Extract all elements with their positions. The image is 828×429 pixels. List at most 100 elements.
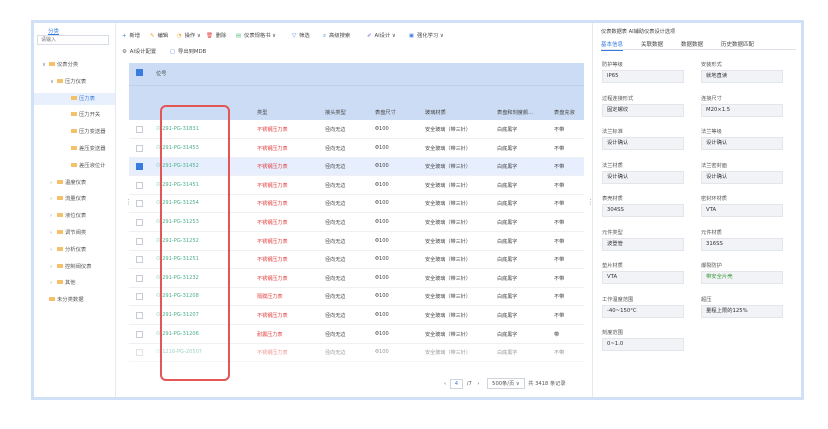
table-row[interactable]: ⚇ 291-PG-31253 不锈钢压力表 径向无边 Φ100 安全玻璃（带三针） 白底黑…	[129, 214, 584, 232]
chevron-right-icon[interactable]: ›	[50, 244, 57, 256]
field-value[interactable]: 波登管	[602, 237, 684, 251]
field-value[interactable]: 就地直读	[701, 70, 783, 83]
cell-tag[interactable]: ⚇ 291-PG-31206	[156, 331, 199, 337]
table-row[interactable]: ⚇ 291-PG-31453 不锈钢压力表 径向无边 Φ100 安全玻璃（带三针） 白底黑…	[129, 140, 584, 158]
header-position[interactable]: 位号	[156, 70, 166, 77]
toolbar-button[interactable]: ▣ 强化学习 ∨	[409, 31, 444, 39]
field-value[interactable]: VTA	[602, 271, 684, 284]
detail-tab[interactable]: 历史数据匹配	[721, 40, 754, 48]
chevron-right-icon[interactable]: ›	[50, 193, 57, 205]
field-value[interactable]: 量程上限的125%	[701, 304, 783, 318]
field-value[interactable]: 设计确认	[701, 137, 783, 150]
header-connection[interactable]: 接头类型	[325, 109, 346, 116]
header-case[interactable]: 表盘充液	[554, 109, 575, 116]
row-checkbox[interactable]	[136, 219, 143, 226]
field-value[interactable]: VTA	[701, 204, 783, 217]
cell-tag[interactable]: ⚇ 291-PG-31208	[156, 293, 199, 299]
table-row[interactable]: ⚇ 291-PG-31252 不锈钢压力表 径向无边 Φ100 安全玻璃（带三针） 白底黑…	[129, 233, 584, 251]
table-row[interactable]: ⚇ 291-PG-31451 不锈钢压力表 径向无边 Φ100 安全玻璃（带三针） 白底黑…	[129, 177, 584, 195]
toolbar-button[interactable]: ✐ AI设计 ∨	[367, 31, 396, 39]
toolbar-button[interactable]: 🗑 删除	[206, 31, 226, 39]
tree-item[interactable]: › 分析仪表	[50, 244, 86, 256]
tree-search-input[interactable]	[37, 35, 109, 45]
field-value[interactable]: 设计确认	[602, 170, 684, 184]
left-splitter-handle[interactable]: ⋮	[125, 198, 132, 206]
toolbar-button[interactable]: ◔ 操作 ∨	[177, 31, 201, 39]
table-row[interactable]: ⚇ 291-PG-31254 不锈钢压力表 径向无边 Φ100 安全玻璃（带三针） 白底黑…	[129, 195, 584, 214]
header-size[interactable]: 表盘尺寸	[375, 109, 396, 116]
chevron-right-icon[interactable]: ›	[50, 227, 57, 239]
detail-tab[interactable]: 基本信息	[601, 40, 624, 51]
table-row[interactable]: ⚇ 291-PG-31208 隔膜压力表 径向无边 Φ100 安全玻璃（带三针） 白底黑字…	[129, 288, 584, 307]
row-checkbox[interactable]	[136, 181, 143, 189]
row-checkbox[interactable]	[136, 200, 143, 208]
field-value[interactable]: IP65	[602, 70, 684, 83]
toolbar-button[interactable]: ▢ 导出到MDB	[170, 47, 206, 55]
cell-tag[interactable]: ⚇ 291-PG-31254	[156, 200, 199, 206]
header-type[interactable]: 类型	[257, 109, 267, 116]
row-checkbox[interactable]	[136, 312, 143, 319]
tree-item[interactable]: 差压变送器	[64, 143, 106, 155]
toolbar-button[interactable]: ✎ 编辑	[150, 31, 168, 39]
row-checkbox[interactable]	[136, 274, 143, 282]
field-value[interactable]: -40~150°C	[602, 304, 684, 318]
cell-tag[interactable]: ⚇ 1216-PG-20507	[156, 349, 202, 355]
field-value[interactable]: 带安全片壳	[701, 271, 783, 284]
table-row[interactable]: ⚇ 291-PG-31232 不锈钢压力表 径向无边 Φ100 安全玻璃（带三针） 白底黑…	[129, 270, 584, 288]
field-value[interactable]: M20×1.5	[701, 103, 783, 117]
toolbar-button[interactable]: ▽ 筛选	[292, 31, 310, 39]
tree-item[interactable]: › 流量仪表	[50, 193, 86, 205]
field-value[interactable]: 316SS	[701, 237, 783, 251]
row-checkbox[interactable]	[136, 126, 143, 133]
tree-item[interactable]: 压力变送器	[64, 126, 106, 138]
row-checkbox[interactable]	[136, 330, 143, 338]
chevron-down-icon[interactable]: ∨	[42, 59, 49, 71]
chevron-right-icon[interactable]: ›	[50, 177, 57, 189]
page-size-select[interactable]: 500条/页 ∨	[487, 378, 525, 389]
field-value[interactable]: 0~1.0	[602, 338, 684, 351]
table-row[interactable]: ⚇ 291-PG-31452 不锈钢压力表 径向无边 Φ100 安全玻璃（带三针） 白底黑…	[129, 158, 584, 177]
chevron-right-icon[interactable]: ›	[50, 210, 57, 222]
chevron-down-icon[interactable]: ∨	[50, 76, 57, 88]
cell-tag[interactable]: ⚇ 291-PG-31451	[156, 182, 199, 188]
tree-title[interactable]: 分类	[48, 27, 59, 35]
table-row[interactable]: ⚇ 291-PG-31251 不锈钢压力表 径向无边 Φ100 安全玻璃（带三针） 白底黑…	[129, 251, 584, 270]
tree-item[interactable]: ∨ 仪表分类	[42, 59, 78, 71]
cell-tag[interactable]: ⚇ 291-PG-31251	[156, 256, 199, 262]
toolbar-button[interactable]: + 新增	[122, 31, 140, 39]
cell-tag[interactable]: ⚇ 291-PG-31207	[156, 312, 199, 318]
tree-item[interactable]: ∨ 压力仪表	[50, 76, 86, 88]
cell-tag[interactable]: ⚇ 291-PG-31452	[156, 163, 199, 169]
row-checkbox[interactable]	[136, 144, 143, 152]
toolbar-button[interactable]: ▤ 仪表规格书 ∨	[236, 31, 276, 39]
tree-item[interactable]: › 调节阀类	[50, 227, 86, 239]
detail-tab[interactable]: 数据数据	[681, 40, 703, 48]
field-value[interactable]: 设计确认	[701, 170, 783, 184]
row-checkbox[interactable]	[136, 163, 143, 171]
tree-item[interactable]: 未分类数据	[42, 294, 84, 306]
cell-tag[interactable]: ⚇ 291-PG-31453	[156, 145, 199, 151]
cell-tag[interactable]: ⚇ 291-PG-31253	[156, 219, 199, 225]
header-dial[interactable]: 表盘和刻度颜...	[497, 109, 533, 116]
tree-item[interactable]: 压力表	[34, 92, 115, 105]
tree-item[interactable]: 差压液位计	[64, 160, 106, 172]
table-row[interactable]: ⚇ 291-PG-31206 耐震压力表 径向无边 Φ100 安全玻璃（带三针） 白底黑字…	[129, 326, 584, 344]
row-checkbox[interactable]	[136, 256, 143, 264]
prev-page-button[interactable]: ‹	[444, 381, 446, 387]
page-number-input[interactable]: 4	[449, 379, 464, 389]
table-row[interactable]: ⚇ 291-PG-31831 不锈钢压力表 径向无边 Φ100 安全玻璃（带三针） 白底黑…	[129, 121, 584, 139]
tree-item[interactable]: › 温度仪表	[50, 177, 86, 189]
detail-tab[interactable]: 关联数据	[641, 40, 663, 48]
tree-item[interactable]: › 其他	[50, 277, 76, 289]
header-material[interactable]: 玻璃材质	[425, 109, 446, 116]
row-checkbox[interactable]	[136, 237, 143, 245]
toolbar-button[interactable]: ⌕ 高级搜索	[323, 31, 350, 40]
row-checkbox[interactable]	[136, 349, 143, 357]
field-value[interactable]: 设计确认	[602, 137, 684, 150]
cell-tag[interactable]: ⚇ 291-PG-31831	[156, 126, 199, 132]
chevron-right-icon[interactable]: ›	[50, 261, 57, 273]
chevron-right-icon[interactable]: ›	[50, 277, 57, 289]
table-row[interactable]: ⚇ 291-PG-31207 不锈钢压力表 径向无边 Φ100 安全玻璃（带三针） 白底黑…	[129, 307, 584, 325]
field-value[interactable]: 304SS	[602, 204, 684, 217]
tree-item[interactable]: 压力开关	[64, 109, 100, 121]
